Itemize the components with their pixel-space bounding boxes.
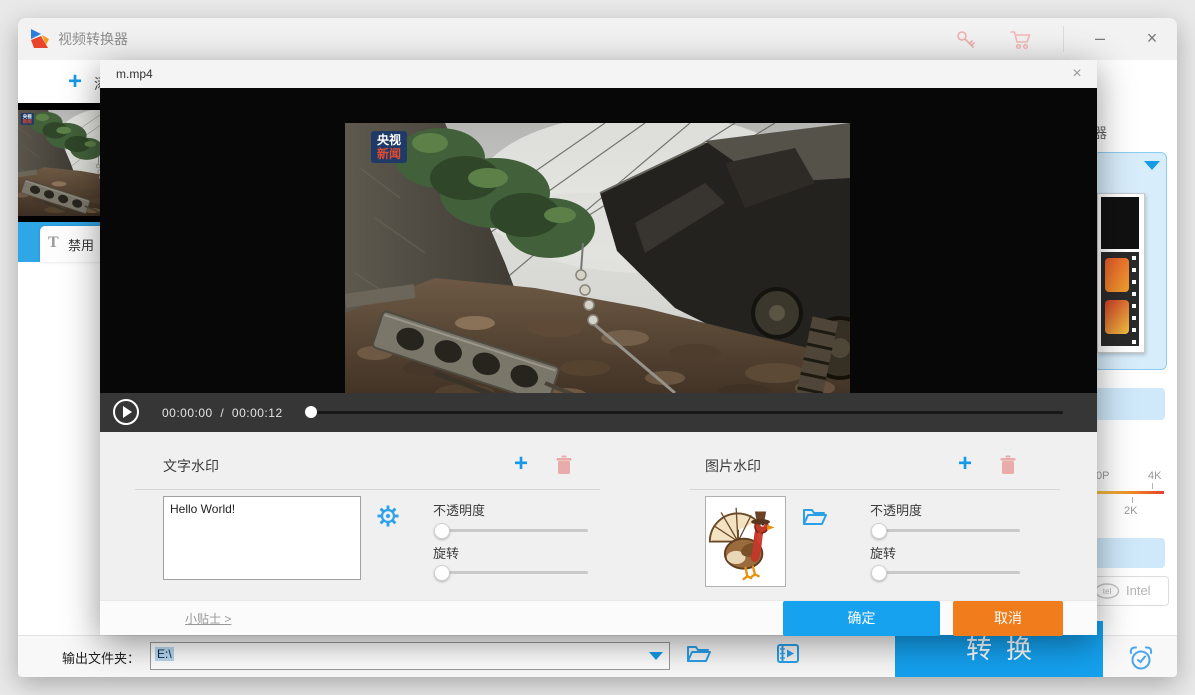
seek-knob[interactable] <box>305 406 317 418</box>
minimize-button[interactable]: – <box>1078 18 1122 60</box>
play-button[interactable] <box>113 399 139 425</box>
format-action-button[interactable] <box>1093 388 1165 420</box>
window-close-button[interactable]: × <box>1130 18 1174 60</box>
delete-text-watermark-icon[interactable] <box>555 455 573 475</box>
resolution-gradient-slider[interactable] <box>1094 491 1164 494</box>
text-rotate-slider[interactable] <box>438 571 588 574</box>
app-logo-icon <box>28 28 50 50</box>
browse-image-folder-icon[interactable] <box>802 506 828 528</box>
resolution-left-label: 0P <box>1096 470 1109 482</box>
titlebar[interactable]: 视频转换器 – × <box>18 18 1177 60</box>
format-preview-thumbnail <box>1097 193 1145 353</box>
image-watermark-title: 图片水印 <box>705 456 761 476</box>
ok-button[interactable]: 确定 <box>783 601 940 636</box>
text-section-divider <box>135 489 600 490</box>
time-separator: / <box>220 406 224 420</box>
time-display: 00:00:00 / 00:00:12 <box>162 406 283 420</box>
media-library-icon[interactable] <box>776 643 800 665</box>
video-frame[interactable] <box>345 123 850 410</box>
titlebar-divider <box>1063 26 1064 52</box>
watermark-text-input[interactable]: Hello World! <box>163 496 361 580</box>
watermark-image-preview[interactable] <box>705 496 786 587</box>
image-opacity-slider[interactable] <box>875 529 1020 532</box>
dialog-close-button[interactable]: × <box>1065 62 1089 86</box>
add-text-watermark-button[interactable]: + <box>514 454 528 474</box>
text-tool-icon: T <box>48 234 59 252</box>
image-opacity-knob[interactable] <box>871 523 887 539</box>
delete-image-watermark-icon[interactable] <box>999 455 1017 475</box>
resolution-tick-2k <box>1132 497 1133 503</box>
open-output-folder-icon[interactable] <box>686 643 712 665</box>
output-folder-value: E:\ <box>155 647 174 661</box>
text-watermark-title: 文字水印 <box>163 456 219 476</box>
turkey-image <box>708 499 783 584</box>
text-opacity-slider[interactable] <box>438 529 588 532</box>
dialog-footer: 小贴士 > 确定 取消 <box>100 600 1097 635</box>
dialog-title: m.mp4 <box>116 60 153 88</box>
screen: 视频转换器 – × + 添 T 禁用 <box>0 0 1195 695</box>
text-rotate-label: 旋转 <box>433 543 459 562</box>
app-title: 视频转换器 <box>58 18 128 60</box>
cancel-button[interactable]: 取消 <box>953 601 1063 636</box>
intel-logo-icon: tel <box>1094 583 1120 599</box>
resolution-right-label: 4K <box>1148 470 1161 482</box>
tips-link[interactable]: 小贴士 > <box>185 610 231 627</box>
image-rotate-label: 旋转 <box>870 543 896 562</box>
text-rotate-knob[interactable] <box>434 565 450 581</box>
intel-label: Intel <box>1126 583 1151 598</box>
image-rotate-knob[interactable] <box>871 565 887 581</box>
play-icon <box>123 406 132 418</box>
text-opacity-knob[interactable] <box>434 523 450 539</box>
format-dropdown-arrow-icon[interactable] <box>1144 161 1160 170</box>
quality-action-button[interactable] <box>1093 538 1165 568</box>
output-folder-dropdown-arrow-icon[interactable] <box>649 652 663 660</box>
intel-acceleration-button[interactable]: tel Intel <box>1091 576 1169 606</box>
watermark-settings: 文字水印 + Hello World! <box>100 432 1097 600</box>
register-key-icon[interactable] <box>955 29 977 49</box>
svg-text:tel: tel <box>1103 587 1112 596</box>
image-opacity-label: 不透明度 <box>870 500 922 519</box>
output-folder-label: 输出文件夹： <box>62 648 140 667</box>
format-select-box[interactable] <box>1093 152 1167 370</box>
resolution-tick-4k <box>1152 483 1153 489</box>
shopping-cart-icon[interactable] <box>1010 29 1032 49</box>
current-time: 00:00:00 <box>162 406 213 420</box>
file-list-thumbnail-cell[interactable] <box>18 103 100 222</box>
watermark-dialog: m.mp4 × 00:00:00 / 00:00:12 文字水印 + <box>100 60 1097 635</box>
video-thumbnail[interactable] <box>18 110 100 216</box>
output-folder-combobox[interactable]: E:\ <box>150 642 670 670</box>
seek-bar[interactable] <box>305 411 1063 414</box>
bottom-bar: 输出文件夹： E:\ 转换 <box>18 635 1177 677</box>
tab-label: 禁用 <box>68 235 94 254</box>
dialog-header[interactable]: m.mp4 × <box>100 60 1097 88</box>
text-opacity-label: 不透明度 <box>433 500 485 519</box>
add-file-plus-icon[interactable]: + <box>68 68 82 96</box>
add-image-watermark-button[interactable]: + <box>958 454 972 474</box>
image-section-divider <box>690 489 1060 490</box>
text-settings-gear-icon[interactable] <box>377 505 399 527</box>
resolution-mid-label: 2K <box>1124 505 1137 517</box>
schedule-alarm-icon[interactable] <box>1126 644 1156 672</box>
image-rotate-slider[interactable] <box>875 571 1020 574</box>
playback-controls: 00:00:00 / 00:00:12 <box>100 393 1097 432</box>
video-preview-zone <box>100 88 1097 393</box>
total-time: 00:00:12 <box>232 406 283 420</box>
